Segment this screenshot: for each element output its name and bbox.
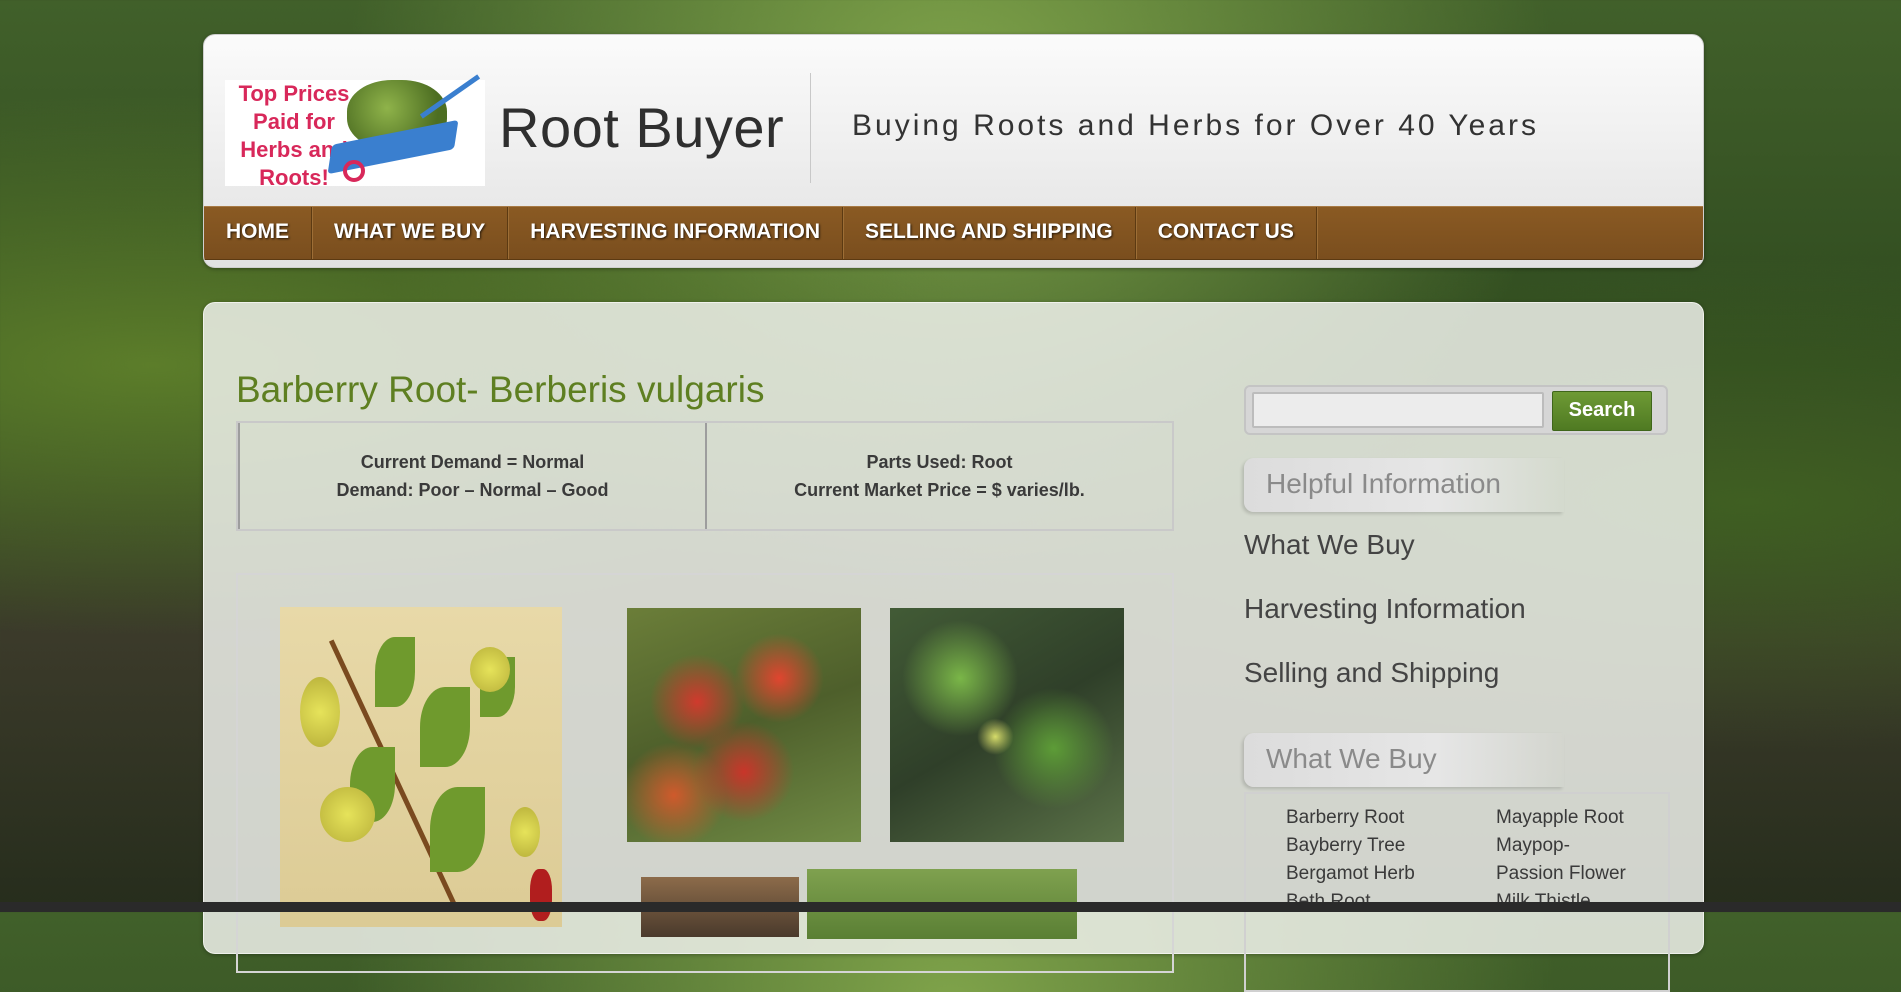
site-header: Top Prices Paid for Herbs and Roots! Roo… <box>203 34 1704 268</box>
list-item[interactable]: Mayapple Root <box>1496 804 1626 832</box>
demand-scale-text: Demand: Poor – Normal – Good <box>336 480 609 500</box>
current-demand-text: Current Demand = Normal <box>360 452 585 472</box>
site-title[interactable]: Root Buyer <box>499 95 784 160</box>
list-item[interactable]: Passion Flower <box>1496 860 1626 888</box>
illustration-flower-cluster <box>300 677 340 747</box>
site-tagline: Buying Roots and Herbs for Over 40 Years <box>852 109 1539 142</box>
parts-cell: Parts Used: Root Current Market Price = … <box>705 423 1172 529</box>
buy-list-column-1: Barberry Root Bayberry Tree Bergamot Her… <box>1286 804 1415 916</box>
sidebar-link-selling-and-shipping[interactable]: Selling and Shipping <box>1244 657 1499 689</box>
sidebar-link-harvesting-information[interactable]: Harvesting Information <box>1244 593 1526 625</box>
nav-item-selling-and-shipping[interactable]: SELLING AND SHIPPING <box>843 207 1136 259</box>
wheelbarrow-wheel-image <box>343 160 365 182</box>
search-button[interactable]: Search <box>1552 391 1652 431</box>
illustration-flower <box>320 787 375 842</box>
yellow-flower-shrub-image[interactable] <box>890 608 1124 842</box>
nav-item-contact-us[interactable]: CONTACT US <box>1136 207 1317 259</box>
nav-item-what-we-buy[interactable]: WHAT WE BUY <box>312 207 509 259</box>
search-input[interactable] <box>1252 392 1544 428</box>
parts-used-text: Parts Used: Root <box>866 452 1013 472</box>
main-nav: HOME WHAT WE BUY HARVESTING INFORMATION … <box>204 206 1703 260</box>
bottom-bar <box>0 902 1901 912</box>
market-price-text: Current Market Price = $ varies/lb. <box>794 480 1085 500</box>
list-item[interactable]: Maypop- <box>1496 832 1626 860</box>
nav-item-harvesting-information[interactable]: HARVESTING INFORMATION <box>508 207 843 259</box>
search-widget: Search <box>1244 385 1668 435</box>
botanical-illustration-image[interactable] <box>280 607 562 927</box>
post-title: Barberry Root- Berberis vulgaris <box>236 369 765 410</box>
red-berry-shrub-image[interactable] <box>627 608 861 842</box>
what-we-buy-title: What We Buy <box>1244 733 1564 787</box>
list-item[interactable]: Barberry Root <box>1286 804 1415 832</box>
site-logo[interactable]: Top Prices Paid for Herbs and Roots! <box>225 74 485 190</box>
info-table: Current Demand = Normal Demand: Poor – N… <box>236 421 1174 531</box>
illustration-leaf <box>430 787 485 872</box>
sidebar-link-what-we-buy[interactable]: What We Buy <box>1244 529 1415 561</box>
main-content: Barberry Root- Berberis vulgaris Current… <box>203 302 1704 992</box>
nav-item-home[interactable]: HOME <box>204 207 312 259</box>
what-we-buy-list: Barberry Root Bayberry Tree Bergamot Her… <box>1244 792 1670 992</box>
illustration-flower <box>470 647 510 692</box>
logo-text: Top Prices Paid for Herbs and Roots! <box>238 81 350 190</box>
buy-list-column-2: Mayapple Root Maypop- Passion Flower Mil… <box>1496 804 1626 916</box>
list-item[interactable]: Bergamot Herb <box>1286 860 1415 888</box>
demand-cell: Current Demand = Normal Demand: Poor – N… <box>238 423 705 529</box>
illustration-leaf <box>375 637 415 707</box>
helpful-information-title: Helpful Information <box>1244 458 1564 512</box>
image-gallery <box>236 573 1174 973</box>
illustration-flower <box>510 807 540 857</box>
header-divider <box>810 73 811 183</box>
illustration-berry <box>530 869 552 921</box>
illustration-leaf <box>420 687 470 767</box>
list-item[interactable]: Bayberry Tree <box>1286 832 1415 860</box>
